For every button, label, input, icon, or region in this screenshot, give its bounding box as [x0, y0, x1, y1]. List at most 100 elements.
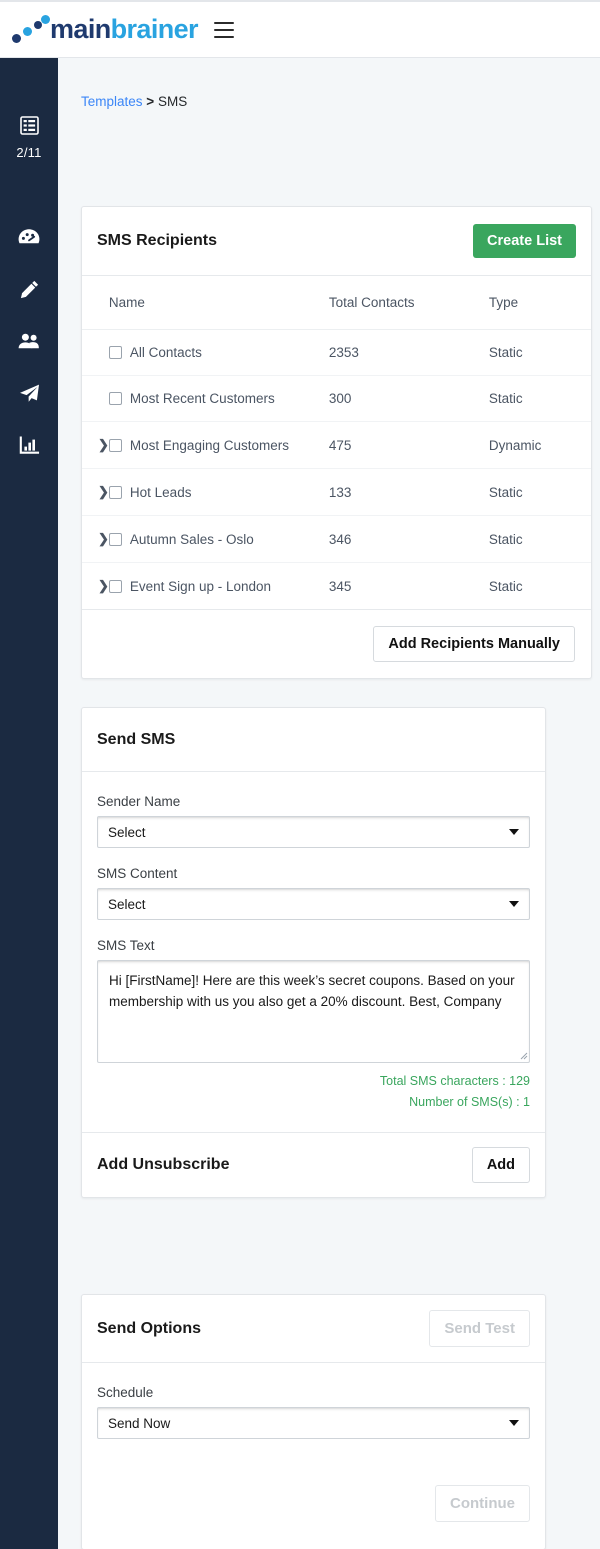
- schedule-select[interactable]: Send Now: [97, 1407, 530, 1439]
- breadcrumb-link-templates[interactable]: Templates: [81, 94, 143, 109]
- row-name: Most Recent Customers: [129, 391, 275, 406]
- row-name: Most Engaging Customers: [129, 437, 289, 453]
- send-test-button[interactable]: Send Test: [429, 1310, 530, 1347]
- add-unsubscribe-row: Add Unsubscribe Add: [82, 1132, 545, 1197]
- sms-recipients-card: SMS Recipients Create List Name Total Co…: [81, 206, 592, 679]
- row-name: Hot Leads: [129, 484, 192, 500]
- add-unsubscribe-button[interactable]: Add: [471, 1147, 530, 1184]
- breadcrumb-separator: >: [146, 94, 155, 109]
- logo-text-brainer: brainer: [110, 14, 199, 44]
- app-logo[interactable]: mainbrainer: [10, 14, 199, 45]
- schedule-value: Send Now: [108, 1415, 171, 1431]
- recipients-card-header: SMS Recipients Create List: [82, 207, 591, 276]
- sidebar-nav: [14, 222, 44, 482]
- row-type: Static: [488, 468, 591, 516]
- sidebar-progress: 2/11: [14, 110, 44, 160]
- sender-name-select[interactable]: Select: [97, 816, 530, 848]
- row-checkbox[interactable]: [108, 392, 122, 405]
- sms-text-label: SMS Text: [97, 938, 155, 953]
- header-expand-spacer: [82, 276, 109, 330]
- table-row: Most Recent Customers 300 Static: [82, 375, 591, 422]
- send-options-title: Send Options: [97, 1319, 201, 1337]
- row-expand-cell: [82, 375, 109, 422]
- list-grid-icon[interactable]: [14, 110, 44, 140]
- chevron-down-icon: [509, 1420, 519, 1426]
- sender-name-label: Sender Name: [97, 794, 181, 809]
- header-total: Total Contacts: [328, 276, 489, 330]
- row-expand-cell: [82, 329, 109, 376]
- sms-text-input[interactable]: Hi [FirstName]! Here are this week’s sec…: [97, 960, 530, 1063]
- row-name: Autumn Sales - Oslo: [129, 531, 254, 547]
- sms-counters: Total SMS characters : 129 Number of SMS…: [97, 1071, 530, 1112]
- row-checkbox[interactable]: [108, 346, 122, 359]
- logo-text-main: main: [50, 14, 111, 44]
- schedule-label: Schedule: [97, 1385, 154, 1400]
- paper-plane-icon[interactable]: [14, 378, 44, 408]
- sms-content-select[interactable]: Select: [97, 888, 530, 920]
- sidebar: 2/11: [0, 58, 58, 1549]
- dashboard-gauge-icon[interactable]: [14, 222, 44, 252]
- sidebar-step-counter: 2/11: [16, 145, 42, 160]
- header-type: Type: [488, 276, 591, 330]
- table-header-row: Name Total Contacts Type: [82, 276, 591, 330]
- table-row: All Contacts 2353 Static: [82, 329, 591, 376]
- row-total: 2353: [328, 329, 489, 376]
- row-total: 346: [328, 515, 489, 563]
- chevron-right-icon[interactable]: ❯: [98, 531, 109, 547]
- logo-dots-icon: [10, 14, 50, 45]
- row-total: 300: [328, 375, 489, 422]
- number-of-sms-text: Number of SMS(s) : 1: [409, 1094, 530, 1109]
- chevron-down-icon: [509, 901, 519, 907]
- table-row: ❯ Hot Leads 133 Static: [82, 468, 591, 516]
- top-bar: mainbrainer: [0, 0, 600, 58]
- send-sms-card-header: Send SMS: [82, 708, 545, 772]
- table-row: ❯ Event Sign up - London 345 Static: [82, 562, 591, 610]
- recipients-title: SMS Recipients: [97, 232, 218, 249]
- table-row: ❯ Most Engaging Customers 475 Dynamic: [82, 421, 591, 469]
- sms-content-label: SMS Content: [97, 866, 178, 881]
- row-type: Static: [488, 515, 591, 563]
- send-options-footer: Continue: [82, 1457, 545, 1549]
- row-total: 133: [328, 468, 489, 516]
- bar-chart-icon[interactable]: [14, 430, 44, 460]
- recipients-card-footer: Add Recipients Manually: [82, 610, 591, 678]
- row-type: Static: [488, 329, 591, 376]
- main-content: Templates > SMS SMS Recipients Create Li…: [58, 58, 600, 1549]
- hamburger-icon[interactable]: [213, 21, 234, 38]
- breadcrumb: Templates > SMS: [81, 94, 600, 109]
- chevron-down-icon: [509, 829, 519, 835]
- row-checkbox[interactable]: [108, 485, 122, 499]
- sms-content-value: Select: [108, 896, 146, 912]
- row-type: Static: [488, 375, 591, 422]
- send-sms-title: Send SMS: [97, 730, 176, 748]
- row-name: Event Sign up - London: [129, 578, 272, 594]
- breadcrumb-current: SMS: [157, 94, 188, 109]
- pencil-icon[interactable]: [14, 274, 44, 304]
- row-checkbox[interactable]: [108, 438, 122, 452]
- row-checkbox[interactable]: [108, 579, 122, 593]
- continue-button[interactable]: Continue: [435, 1484, 530, 1522]
- row-name: All Contacts: [129, 345, 202, 360]
- send-options-form: Schedule Send Now: [82, 1363, 545, 1439]
- chevron-right-icon[interactable]: ❯: [98, 437, 109, 453]
- total-characters-text: Total SMS characters : 129: [379, 1074, 530, 1088]
- chevron-right-icon[interactable]: ❯: [98, 484, 109, 500]
- send-sms-form: Sender Name Select SMS Content Select SM…: [82, 772, 545, 1116]
- chevron-right-icon[interactable]: ❯: [98, 578, 109, 594]
- add-unsubscribe-label: Add Unsubscribe: [97, 1156, 230, 1174]
- table-row: ❯ Autumn Sales - Oslo 346 Static: [82, 515, 591, 563]
- create-list-button[interactable]: Create List: [473, 224, 576, 258]
- logo-wordmark: mainbrainer: [50, 14, 199, 44]
- row-total: 475: [328, 421, 489, 469]
- row-type: Dynamic: [488, 421, 591, 469]
- recipients-table: Name Total Contacts Type All Contacts 23…: [82, 276, 591, 610]
- row-type: Static: [488, 562, 591, 610]
- send-options-card-header: Send Options Send Test: [82, 1295, 545, 1363]
- add-recipients-manually-button[interactable]: Add Recipients Manually: [373, 626, 575, 662]
- users-icon[interactable]: [14, 326, 44, 356]
- sender-name-value: Select: [108, 824, 146, 840]
- send-options-card: Send Options Send Test Schedule Send Now…: [81, 1294, 546, 1549]
- row-total: 345: [328, 562, 489, 610]
- send-sms-card: Send SMS Sender Name Select SMS Content …: [81, 707, 546, 1199]
- row-checkbox[interactable]: [108, 532, 122, 546]
